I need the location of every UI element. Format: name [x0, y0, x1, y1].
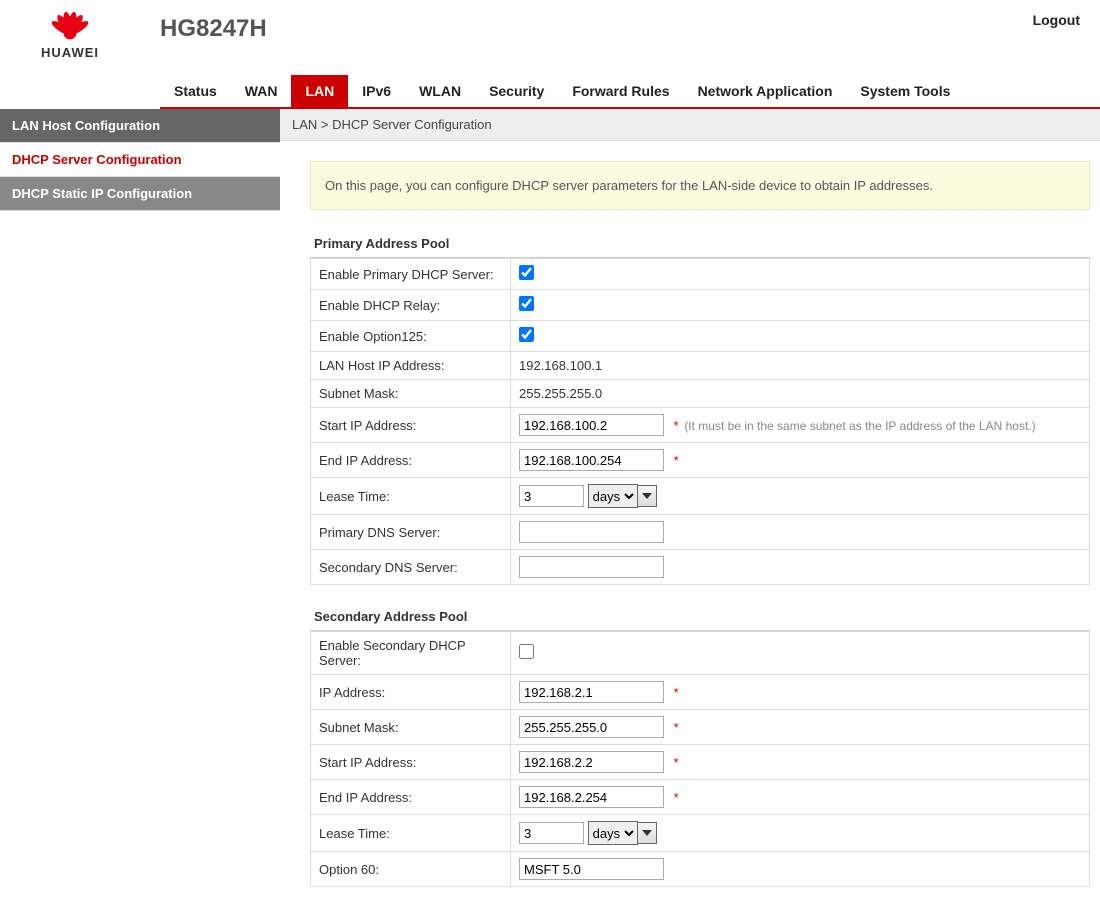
required-mark: *: [674, 755, 679, 770]
input-sec-lease-time[interactable]: [519, 822, 584, 844]
tab-status[interactable]: Status: [160, 75, 231, 107]
input-sec-subnet[interactable]: [519, 716, 664, 738]
primary-pool-title: Primary Address Pool: [310, 230, 1090, 258]
tab-lan[interactable]: LAN: [291, 75, 348, 107]
label-enable-relay: Enable DHCP Relay:: [311, 290, 511, 321]
checkbox-enable-relay[interactable]: [519, 296, 534, 311]
required-mark: *: [674, 685, 679, 700]
logout-link[interactable]: Logout: [1033, 12, 1080, 28]
brand-name: HUAWEI: [41, 45, 99, 60]
required-mark: *: [674, 418, 679, 433]
label-enable-secondary: Enable Secondary DHCP Server:: [311, 632, 511, 675]
top-nav: Status WAN LAN IPv6 WLAN Security Forwar…: [160, 75, 1100, 109]
tab-security[interactable]: Security: [475, 75, 558, 107]
checkbox-enable-primary[interactable]: [519, 265, 534, 280]
label-secondary-dns: Secondary DNS Server:: [311, 550, 511, 585]
required-mark: *: [674, 790, 679, 805]
label-subnet: Subnet Mask:: [311, 380, 511, 408]
tab-forward-rules[interactable]: Forward Rules: [558, 75, 683, 107]
label-start-ip: Start IP Address:: [311, 408, 511, 443]
input-end-ip[interactable]: [519, 449, 664, 471]
sidebar-item-dhcp-server[interactable]: DHCP Server Configuration: [0, 143, 280, 177]
secondary-pool-table: Enable Secondary DHCP Server: IP Address…: [310, 631, 1090, 887]
tab-wlan[interactable]: WLAN: [405, 75, 475, 107]
value-lan-host-ip: 192.168.100.1: [511, 352, 1090, 380]
huawei-petals-icon: [35, 8, 105, 43]
required-mark: *: [674, 720, 679, 735]
input-option60[interactable]: [519, 858, 664, 880]
select-sec-lease-unit[interactable]: days: [588, 821, 638, 845]
brand-logo: HUAWEI: [10, 8, 130, 60]
tab-network-application[interactable]: Network Application: [684, 75, 847, 107]
label-lease-time: Lease Time:: [311, 478, 511, 515]
chevron-down-icon[interactable]: [637, 485, 657, 507]
required-mark: *: [674, 453, 679, 468]
input-sec-end-ip[interactable]: [519, 786, 664, 808]
breadcrumb: LAN > DHCP Server Configuration: [280, 109, 1100, 141]
tab-wan[interactable]: WAN: [231, 75, 292, 107]
label-sec-end-ip: End IP Address:: [311, 780, 511, 815]
chevron-down-icon[interactable]: [637, 822, 657, 844]
label-sec-subnet: Subnet Mask:: [311, 710, 511, 745]
secondary-pool-title: Secondary Address Pool: [310, 603, 1090, 631]
checkbox-enable-option125[interactable]: [519, 327, 534, 342]
model-label: HG8247H: [160, 15, 267, 43]
label-sec-lease: Lease Time:: [311, 815, 511, 852]
sidebar: LAN Host Configuration DHCP Server Confi…: [0, 109, 280, 897]
label-enable-primary: Enable Primary DHCP Server:: [311, 259, 511, 290]
input-primary-dns[interactable]: [519, 521, 664, 543]
tab-ipv6[interactable]: IPv6: [348, 75, 405, 107]
input-sec-ip[interactable]: [519, 681, 664, 703]
value-subnet: 255.255.255.0: [511, 380, 1090, 408]
input-secondary-dns[interactable]: [519, 556, 664, 578]
label-sec-ip: IP Address:: [311, 675, 511, 710]
input-lease-time[interactable]: [519, 485, 584, 507]
page-description: On this page, you can configure DHCP ser…: [310, 161, 1090, 210]
label-enable-option125: Enable Option125:: [311, 321, 511, 352]
sidebar-item-dhcp-static[interactable]: DHCP Static IP Configuration: [0, 177, 280, 211]
primary-pool-table: Enable Primary DHCP Server: Enable DHCP …: [310, 258, 1090, 585]
select-lease-unit[interactable]: days: [588, 484, 638, 508]
label-sec-start-ip: Start IP Address:: [311, 745, 511, 780]
checkbox-enable-secondary[interactable]: [519, 644, 534, 659]
sidebar-item-lan-host[interactable]: LAN Host Configuration: [0, 109, 280, 143]
label-option60: Option 60:: [311, 852, 511, 887]
label-primary-dns: Primary DNS Server:: [311, 515, 511, 550]
label-end-ip: End IP Address:: [311, 443, 511, 478]
tab-system-tools[interactable]: System Tools: [846, 75, 964, 107]
input-start-ip[interactable]: [519, 414, 664, 436]
hint-start-ip: (It must be in the same subnet as the IP…: [684, 419, 1035, 433]
label-lan-host-ip: LAN Host IP Address:: [311, 352, 511, 380]
